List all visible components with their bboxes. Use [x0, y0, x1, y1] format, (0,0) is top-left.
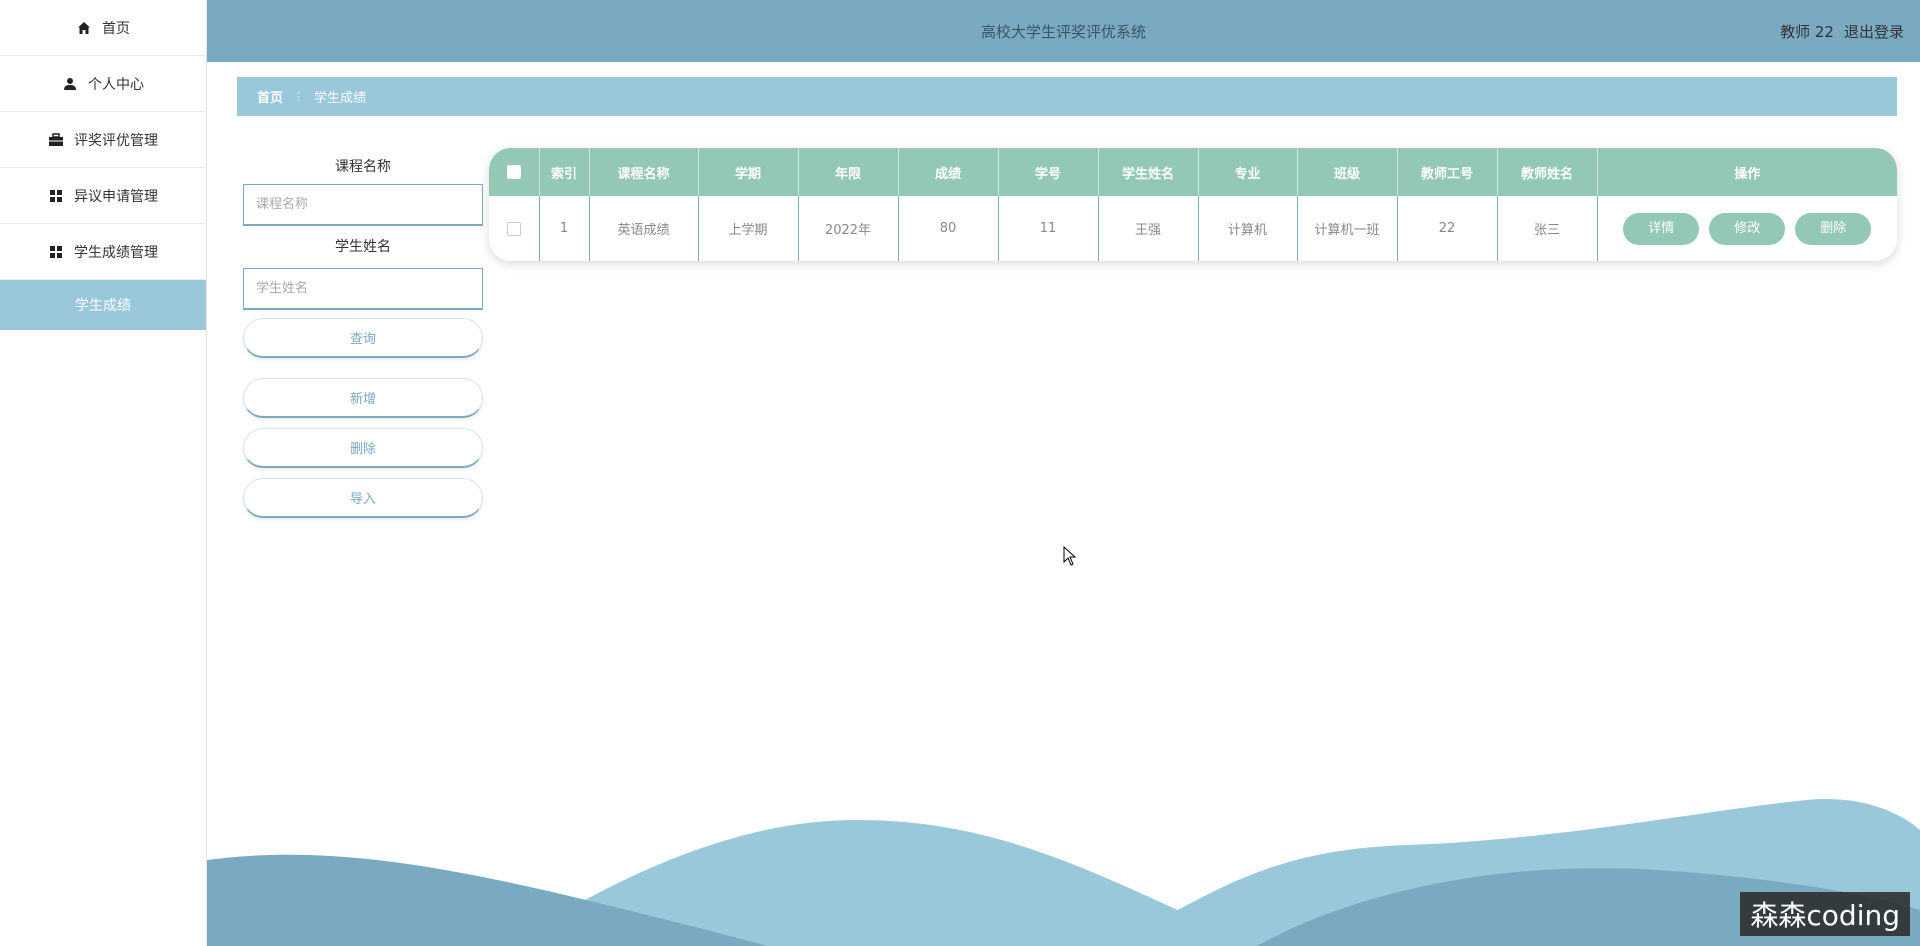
row-checkbox[interactable] [506, 221, 521, 236]
breadcrumb: 首页 ⋮ 学生成绩 [237, 77, 1897, 116]
cell-major: 计算机 [1198, 196, 1298, 261]
cell-term: 上学期 [698, 196, 799, 261]
mouse-cursor-icon [1063, 546, 1077, 566]
cell-index: 1 [539, 196, 590, 261]
cell-actions: 详情 修改 删除 [1597, 196, 1897, 261]
home-icon [76, 20, 92, 36]
table-header: 学期 [698, 148, 799, 196]
cell-teacher-no: 22 [1397, 196, 1498, 261]
user-icon [62, 76, 78, 92]
table-header: 索引 [539, 148, 590, 196]
current-user: 教师 22 [1780, 22, 1834, 41]
sidebar-item-label: 首页 [102, 20, 130, 37]
cell-teacher-name: 张三 [1497, 196, 1598, 261]
logout-link[interactable]: 退出登录 [1844, 21, 1904, 42]
header-user-area: 教师 22 退出登录 [1780, 0, 1904, 62]
table-header-row: 索引 课程名称 学期 年限 成绩 学号 学生姓名 专业 班级 教师工号 教师姓名… [489, 148, 1897, 196]
grades-table: 索引 课程名称 学期 年限 成绩 学号 学生姓名 专业 班级 教师工号 教师姓名… [489, 148, 1897, 261]
watermark: 森森coding [1740, 892, 1910, 936]
import-button[interactable]: 导入 [243, 478, 483, 518]
course-name-input[interactable] [243, 184, 483, 226]
row-delete-button[interactable]: 删除 [1795, 212, 1872, 245]
table-header: 教师工号 [1397, 148, 1498, 196]
search-panel: 课程名称 学生姓名 查询 新增 删除 导入 [243, 150, 483, 518]
sidebar-item-grades[interactable]: 学生成绩管理 [0, 224, 206, 280]
sidebar-item-label: 异议申请管理 [74, 188, 158, 205]
top-header: 高校大学生评奖评优系统 教师 22 退出登录 [207, 0, 1920, 62]
course-name-label: 课程名称 [335, 159, 391, 175]
cell-score: 80 [898, 196, 999, 261]
sidebar-item-awards[interactable]: 评奖评优管理 [0, 112, 206, 168]
decorative-waves [207, 799, 1920, 946]
cell-class: 计算机一班 [1297, 196, 1398, 261]
sidebar-item-home[interactable]: 首页 [0, 0, 206, 56]
sidebar-subitem-student-grades[interactable]: 学生成绩 [0, 280, 206, 330]
breadcrumb-current: 学生成绩 [314, 91, 367, 106]
table-header: 课程名称 [589, 148, 699, 196]
breadcrumb-separator-icon: ⋮ [293, 90, 305, 103]
sidebar-item-label: 评奖评优管理 [74, 132, 158, 149]
sidebar: 首页 个人中心 评奖评优管理 异议申请管理 学生成绩管理 学生成绩 [0, 0, 207, 946]
grid-icon [48, 244, 64, 260]
sidebar-item-label: 个人中心 [88, 76, 144, 93]
table-header: 年限 [798, 148, 899, 196]
add-button[interactable]: 新增 [243, 378, 483, 418]
sidebar-item-profile[interactable]: 个人中心 [0, 56, 206, 112]
table-header: 成绩 [898, 148, 999, 196]
student-name-input[interactable] [243, 268, 483, 310]
grid-icon [48, 188, 64, 204]
sidebar-subitem-label: 学生成绩 [75, 298, 131, 314]
cell-student-no: 11 [998, 196, 1099, 261]
sidebar-item-label: 学生成绩管理 [74, 244, 158, 261]
table-row: 1 英语成绩 上学期 2022年 80 11 王强 计算机 计算机一班 22 张… [489, 196, 1897, 261]
table-header: 学号 [998, 148, 1099, 196]
sidebar-item-objection[interactable]: 异议申请管理 [0, 168, 206, 224]
student-name-label: 学生姓名 [335, 239, 391, 255]
table-header: 专业 [1198, 148, 1298, 196]
row-select-cell[interactable] [489, 196, 540, 261]
app-title: 高校大学生评奖评优系统 [980, 22, 1146, 41]
edit-button[interactable]: 修改 [1709, 212, 1786, 245]
table-header: 教师姓名 [1497, 148, 1598, 196]
detail-button[interactable]: 详情 [1623, 212, 1700, 245]
select-all-cell[interactable] [489, 148, 540, 196]
breadcrumb-home[interactable]: 首页 [257, 87, 283, 106]
briefcase-icon [48, 132, 64, 148]
select-all-checkbox[interactable] [506, 165, 521, 179]
delete-button[interactable]: 删除 [243, 428, 483, 468]
table-header: 学生姓名 [1098, 148, 1199, 196]
table-header: 班级 [1297, 148, 1398, 196]
table-header: 操作 [1734, 166, 1761, 182]
cell-student-name: 王强 [1098, 196, 1199, 261]
query-button[interactable]: 查询 [243, 318, 483, 358]
cell-year: 2022年 [798, 196, 899, 261]
cell-course: 英语成绩 [589, 196, 699, 261]
